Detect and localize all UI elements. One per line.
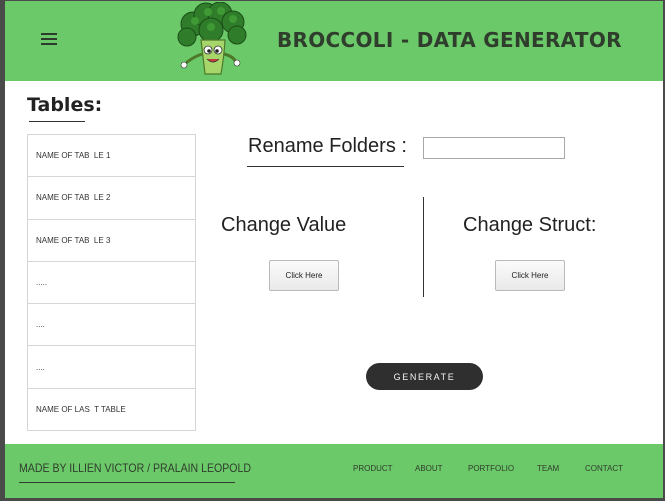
table-list-item[interactable]: ....	[28, 304, 195, 347]
rename-folders-label: Rename Folders :	[248, 135, 407, 157]
change-value-button[interactable]: Click Here	[269, 260, 339, 291]
section-divider	[423, 197, 424, 297]
tables-heading: Tables:	[27, 94, 103, 116]
change-structure-button[interactable]: Click Here	[495, 260, 565, 291]
generate-button[interactable]: GENERATE	[366, 363, 483, 390]
footer-link-contact[interactable]: CONTACT	[585, 464, 623, 473]
header-bar: BROCCOLI - DATA GENERATOR	[5, 1, 663, 81]
table-list-item[interactable]: NAME OF LAS T TABLE	[28, 389, 195, 431]
footer-link-product[interactable]: PRODUCT	[353, 464, 393, 473]
tables-heading-underline	[29, 121, 85, 122]
table-list-item[interactable]: NAME OF TAB LE 1	[28, 135, 195, 178]
rename-folders-underline	[247, 166, 404, 167]
rename-folders-input[interactable]	[423, 137, 565, 159]
footer-link-portfolio[interactable]: PORTFOLIO	[468, 464, 514, 473]
broccoli-logo	[177, 2, 247, 75]
footer-link-about[interactable]: ABOUT	[415, 464, 443, 473]
table-list: NAME OF TAB LE 1 NAME OF TAB LE 2 NAME O…	[27, 134, 196, 431]
footer-credit-underline	[19, 482, 235, 483]
table-list-item[interactable]: NAME OF TAB LE 3	[28, 220, 195, 262]
change-structure-title: Change Struct:	[463, 214, 596, 236]
footer-bar: MADE BY ILLIEN VICTOR / PRALAIN LEOPOLD …	[5, 444, 663, 498]
table-list-item[interactable]: ....	[28, 346, 195, 389]
footer-link-team[interactable]: TEAM	[537, 464, 559, 473]
change-value-title: Change Value	[221, 214, 347, 236]
table-list-item[interactable]: NAME OF TAB LE 2	[28, 177, 195, 220]
table-list-item[interactable]: .....	[28, 262, 195, 305]
app-window: BROCCOLI - DATA GENERATOR Tables: NAME O…	[5, 1, 663, 498]
hamburger-icon[interactable]	[41, 33, 57, 46]
footer-credit: MADE BY ILLIEN VICTOR / PRALAIN LEOPOLD	[19, 461, 252, 475]
app-title: BROCCOLI - DATA GENERATOR	[277, 28, 622, 52]
